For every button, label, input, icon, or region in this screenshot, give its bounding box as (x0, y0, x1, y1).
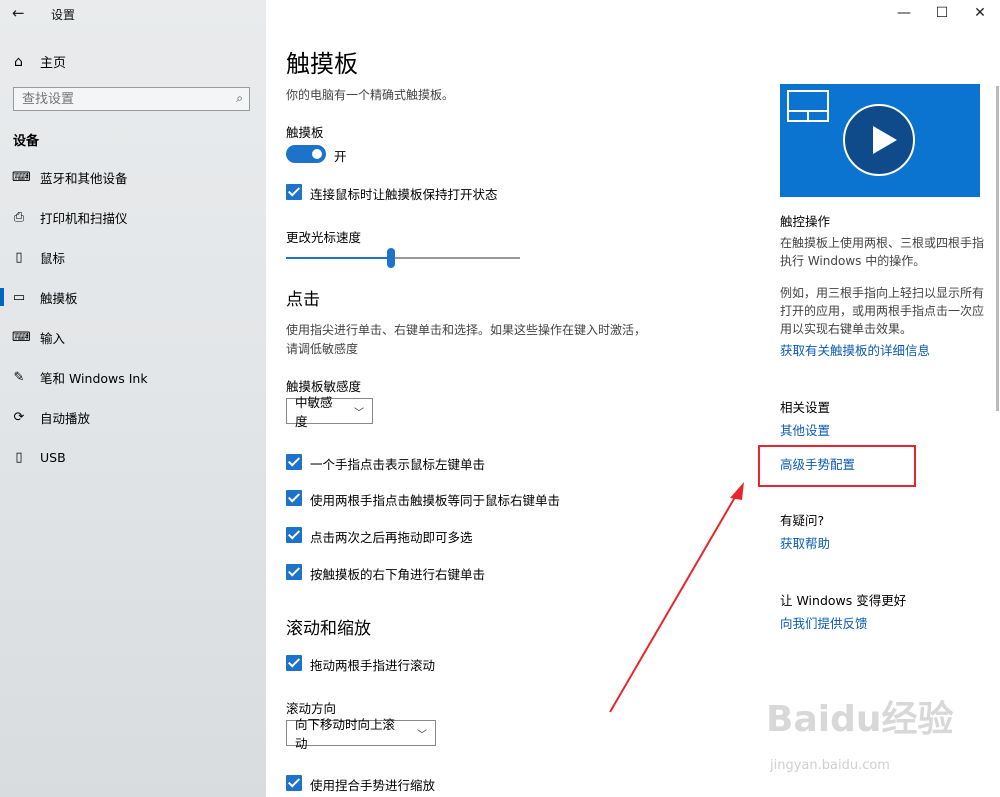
watermark-url: jingyan.baidu.com (770, 758, 890, 773)
annotation-arrow (609, 482, 744, 713)
watermark-logo: Baidu经验 (766, 699, 954, 740)
